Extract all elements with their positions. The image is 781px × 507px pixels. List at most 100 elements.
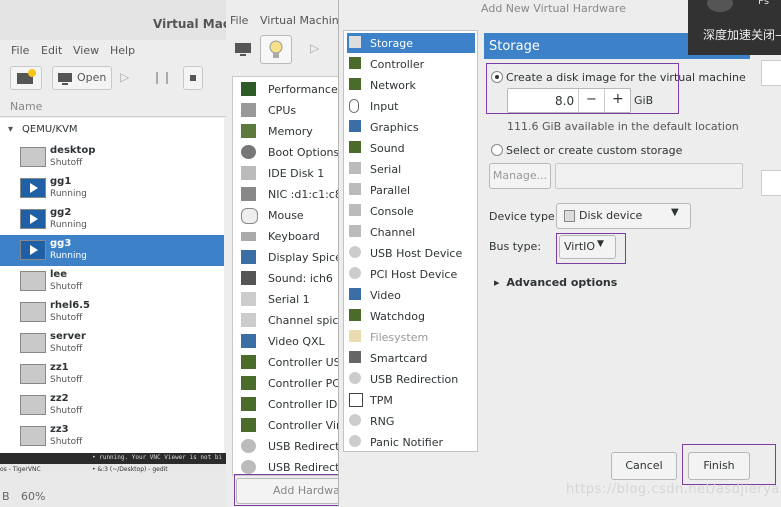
custom-storage-path-field[interactable] — [555, 163, 743, 189]
hw-sound[interactable]: Sound: ich6 — [241, 269, 338, 289]
category-network[interactable]: Network — [347, 75, 475, 95]
hw-video-qxl[interactable]: Video QXL — [241, 332, 338, 352]
cancel-button[interactable]: Cancel — [611, 452, 677, 480]
vm-row-zz3[interactable]: zz3 Shutoff — [0, 421, 224, 452]
category-filesystem[interactable]: Filesystem — [347, 327, 475, 347]
name-column-header[interactable]: Name — [10, 100, 42, 113]
chevron-right-icon: ▸ — [494, 276, 500, 289]
vm-row-rhel65[interactable]: rhel6.5 Shutoff — [0, 297, 224, 328]
advanced-options-expander[interactable]: ▸ Advanced options — [494, 276, 617, 289]
vm-status: Running — [50, 220, 87, 230]
status-percent: 60% — [21, 490, 46, 503]
device-type-dropdown[interactable]: Disk device ▼ — [556, 203, 691, 229]
notification-text[interactable]: 深度加速关闭— — [703, 26, 781, 43]
custom-storage-label[interactable]: Select or create custom storage — [506, 144, 682, 157]
hw-controller-virtio[interactable]: Controller VirtIO — [241, 416, 338, 436]
category-panic-notifier[interactable]: Panic Notifier — [347, 432, 475, 452]
category-serial[interactable]: Serial — [347, 159, 475, 179]
hw-usb-redirector-1[interactable]: USB Redirector — [241, 437, 338, 457]
details-view-button[interactable] — [260, 35, 292, 64]
hw-controller-usb[interactable]: Controller USB — [241, 353, 338, 373]
taskbar-item-gedit[interactable]: • &:3 (~/Desktop) - gedit — [92, 466, 168, 473]
watermark: https://blog.csdn.net/asdjieryai — [566, 482, 781, 497]
category-pci-host-device[interactable]: PCI Host Device — [347, 264, 475, 284]
hw-keyboard[interactable]: Keyboard — [241, 227, 338, 247]
hw-ide-disk[interactable]: IDE Disk 1 — [241, 164, 338, 184]
console-view-button[interactable] — [230, 36, 256, 60]
category-label: RNG — [370, 415, 395, 428]
category-video[interactable]: Video — [347, 285, 475, 305]
category-channel[interactable]: Channel — [347, 222, 475, 242]
expander-arrow-icon[interactable]: ▾ — [8, 124, 13, 135]
vm-row-zz2[interactable]: zz2 Shutoff — [0, 390, 224, 421]
new-vm-button[interactable] — [10, 66, 42, 90]
folder-icon — [349, 330, 361, 342]
hw-label: Memory — [268, 125, 313, 138]
vm-row-server[interactable]: server Shutoff — [0, 328, 224, 359]
category-tpm[interactable]: TPM — [347, 390, 475, 410]
category-graphics[interactable]: Graphics — [347, 117, 475, 137]
menu-edit[interactable]: Edit — [41, 44, 62, 57]
hw-serial[interactable]: Serial 1 — [241, 290, 338, 310]
hw-mouse[interactable]: Mouse — [241, 206, 338, 226]
menu-file[interactable]: File — [230, 14, 248, 27]
usb-icon — [349, 246, 361, 258]
play-icon[interactable]: ▷ — [120, 70, 129, 84]
connection-label[interactable]: QEMU/KVM — [22, 124, 78, 135]
hw-controller-ide[interactable]: Controller IDE — [241, 395, 338, 415]
play-icon[interactable]: ▷ — [310, 41, 319, 55]
vm-status: Shutoff — [50, 313, 83, 323]
hw-performance[interactable]: Performance — [241, 80, 338, 100]
pci-icon — [349, 267, 361, 279]
terminal-strip: • running. Your VNC Viewer is not bi os … — [0, 453, 228, 507]
gear-icon — [241, 145, 256, 159]
category-smartcard[interactable]: Smartcard — [347, 348, 475, 368]
category-console[interactable]: Console — [347, 201, 475, 221]
hw-cpus[interactable]: CPUs — [241, 101, 338, 121]
taskbar: os - TigerVNC • &:3 (~/Desktop) - gedit — [0, 464, 228, 478]
vm-status: Shutoff — [50, 437, 83, 447]
custom-storage-radio[interactable] — [491, 144, 503, 156]
vm-shutoff-icon — [20, 302, 46, 322]
category-usb-host-device[interactable]: USB Host Device — [347, 243, 475, 263]
category-input[interactable]: Input — [347, 96, 475, 116]
notification-top-text: Ps — [758, 0, 770, 7]
taskbar-item-tigervnc[interactable]: os - TigerVNC — [0, 466, 41, 473]
pause-icon[interactable]: ❙❙ — [152, 70, 172, 84]
category-storage[interactable]: Storage — [347, 33, 475, 53]
vm-row-desktop[interactable]: desktop Shutoff — [0, 142, 224, 173]
vm-row-zz1[interactable]: zz1 Shutoff — [0, 359, 224, 390]
menu-help[interactable]: Help — [110, 44, 135, 57]
hw-controller-pci[interactable]: Controller PCI — [241, 374, 338, 394]
hw-boot-options[interactable]: Boot Options — [241, 143, 338, 163]
menu-view[interactable]: View — [73, 44, 99, 57]
category-sound[interactable]: Sound — [347, 138, 475, 158]
vm-name: gg2 — [50, 207, 72, 218]
category-label: USB Host Device — [370, 247, 463, 260]
vm-name: gg1 — [50, 176, 72, 187]
controller-icon — [241, 418, 256, 432]
hw-nic[interactable]: NIC :d1:c1:c8 — [241, 185, 338, 205]
category-label: Input — [370, 100, 399, 113]
manage-button[interactable]: Manage... — [489, 163, 551, 189]
vm-row-gg3[interactable]: gg3 Running — [0, 235, 224, 266]
category-rng[interactable]: RNG — [347, 411, 475, 431]
hw-display-spice[interactable]: Display Spice — [241, 248, 338, 268]
vm-name: rhel6.5 — [50, 300, 90, 311]
hw-memory[interactable]: Memory — [241, 122, 338, 142]
vm-row-lee[interactable]: lee Shutoff — [0, 266, 224, 297]
category-parallel[interactable]: Parallel — [347, 180, 475, 200]
vm-row-gg2[interactable]: gg2 Running — [0, 204, 224, 235]
category-controller[interactable]: Controller — [347, 54, 475, 74]
menu-virtual-machine[interactable]: Virtual Machine — [260, 14, 346, 27]
vm-row-gg1[interactable]: gg1 Running — [0, 173, 224, 204]
stop-button[interactable] — [183, 66, 203, 90]
menu-file[interactable]: File — [11, 44, 29, 57]
video-icon — [241, 334, 256, 348]
category-usb-redirection[interactable]: USB Redirection — [347, 369, 475, 389]
column-header[interactable]: Name — [0, 98, 228, 117]
serial-icon — [349, 162, 361, 174]
hw-channel-spice[interactable]: Channel spice — [241, 311, 338, 331]
open-button[interactable]: Open — [52, 66, 112, 90]
category-watchdog[interactable]: Watchdog — [347, 306, 475, 326]
